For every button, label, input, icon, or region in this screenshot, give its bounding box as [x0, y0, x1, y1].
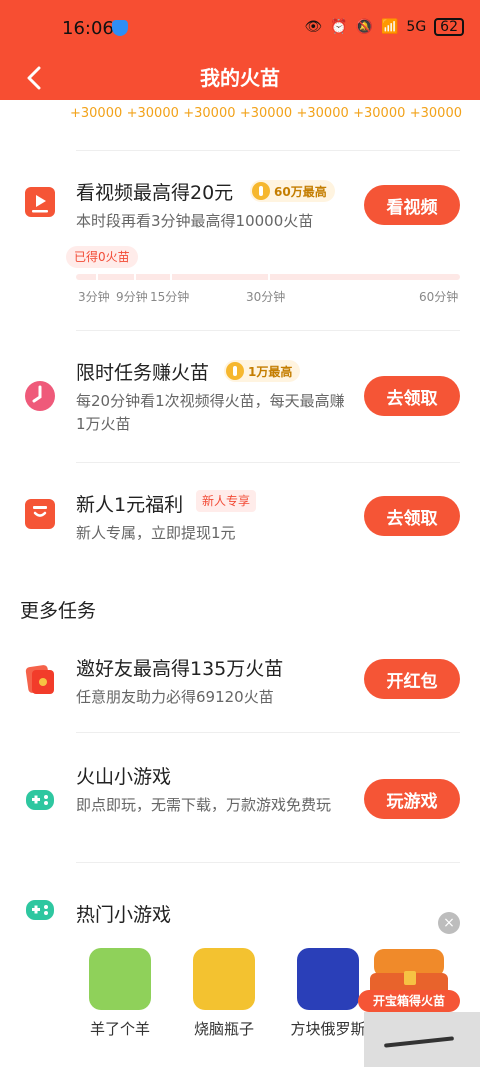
badge-text: 60万最高 [274, 184, 327, 199]
reward-row: +30000 +30000 +30000 +30000 +30000 +3000… [70, 106, 462, 121]
status-time: 16:06 [62, 18, 114, 39]
gamepad-icon [26, 790, 54, 810]
signal-label: 5G [406, 19, 427, 35]
task-badge: 60万最高 [250, 180, 335, 202]
progress-tick [170, 274, 172, 280]
status-bar: 16:06 👁 ⏰ 🔕 📶 5G 62 [0, 0, 480, 56]
watch-video-button[interactable]: 看视频 [364, 185, 460, 225]
game-item-bottle[interactable]: 烧脑瓶子 [184, 948, 264, 1039]
gamepad-icon [26, 900, 54, 920]
newbie-badge: 新人专享 [196, 490, 257, 512]
battery-indicator: 62 [434, 18, 464, 36]
task-title-hot-games: 热门小游戏 [76, 904, 172, 926]
task-badge: 1万最高 [224, 360, 301, 382]
reward-item: +30000 [353, 106, 406, 121]
task-desc: 即点即玩，无需下载，万款游戏免费玩 [76, 796, 332, 814]
progress-bar [76, 274, 460, 280]
reward-item: +30000 [296, 106, 349, 121]
close-icon[interactable]: × [438, 912, 460, 934]
game-item-tetris[interactable]: 方块俄罗斯 [288, 948, 368, 1039]
red-envelope-icon [25, 665, 54, 694]
section-title: 更多任务 [20, 600, 97, 622]
wifi-icon: 📶 [380, 19, 399, 35]
task-title-video: 看视频最高得20元 [76, 182, 234, 204]
reward-item: +30000 [126, 106, 179, 121]
app-bar: 我的火苗 [0, 56, 480, 100]
open-red-packet-button[interactable]: 开红包 [364, 659, 460, 699]
music-timer-icon [25, 381, 55, 411]
reward-item: +30000 [409, 106, 462, 121]
tick-label: 3分钟 [78, 290, 110, 304]
progress-tick [134, 274, 136, 280]
mute-icon: 🔕 [355, 19, 373, 35]
claim-button[interactable]: 去领取 [364, 376, 460, 416]
task-title-mini-games: 火山小游戏 [76, 766, 172, 788]
tick-label: 9分钟 [116, 290, 148, 304]
game-name: 羊了个羊 [89, 1020, 150, 1038]
progress-tick [96, 274, 98, 280]
task-title-limited: 限时任务赚火苗 [76, 362, 210, 384]
game-name: 烧脑瓶子 [193, 1020, 254, 1038]
task-desc: 新人专属，立即提现1元 [76, 524, 236, 542]
progress-chip: 已得0火苗 [66, 246, 138, 268]
tick-label: 15分钟 [150, 290, 190, 304]
coin-icon [252, 182, 270, 200]
treasure-label[interactable]: 开宝箱得火苗 [358, 990, 460, 1012]
status-icons: 👁 ⏰ 🔕 📶 5G 62 [304, 18, 464, 36]
divider [76, 732, 460, 733]
gift-bag-icon [25, 499, 55, 529]
progress-tick [268, 274, 270, 280]
reward-item: +30000 [183, 106, 236, 121]
task-desc: 任意朋友助力必得69120火苗 [76, 688, 274, 706]
game-thumbnail [297, 948, 359, 1010]
divider [76, 462, 460, 463]
game-thumbnail [89, 948, 151, 1010]
game-thumbnail [193, 948, 255, 1010]
video-icon [25, 187, 55, 217]
reward-item: +30000 [239, 106, 293, 121]
divider [76, 150, 460, 151]
tick-label: 30分钟 [246, 290, 286, 304]
game-list: 羊了个羊 烧脑瓶子 方块俄罗斯 [80, 948, 370, 1039]
gesture-handle [364, 1012, 480, 1067]
eye-icon: 👁 [304, 19, 323, 35]
claim-button[interactable]: 去领取 [364, 496, 460, 536]
divider [76, 862, 460, 863]
reward-item: +30000 [70, 106, 123, 121]
shield-icon [112, 20, 128, 36]
tick-label: 60分钟 [419, 290, 459, 304]
badge-text: 1万最高 [248, 364, 293, 379]
page-title: 我的火苗 [200, 66, 280, 90]
alarm-icon: ⏰ [330, 19, 348, 35]
play-game-button[interactable]: 玩游戏 [364, 779, 460, 819]
task-title-invite: 邀好友最高得135万火苗 [76, 658, 284, 680]
game-name: 方块俄罗斯 [290, 1020, 366, 1038]
coin-icon [226, 362, 244, 380]
game-item-sheep[interactable]: 羊了个羊 [80, 948, 160, 1039]
task-desc: 本时段再看3分钟最高得10000火苗 [76, 212, 314, 230]
divider [76, 330, 460, 331]
task-title-newbie: 新人1元福利 [76, 494, 184, 516]
task-desc: 每20分钟看1次视频得火苗，每天最高赚1万火苗 [76, 392, 345, 433]
